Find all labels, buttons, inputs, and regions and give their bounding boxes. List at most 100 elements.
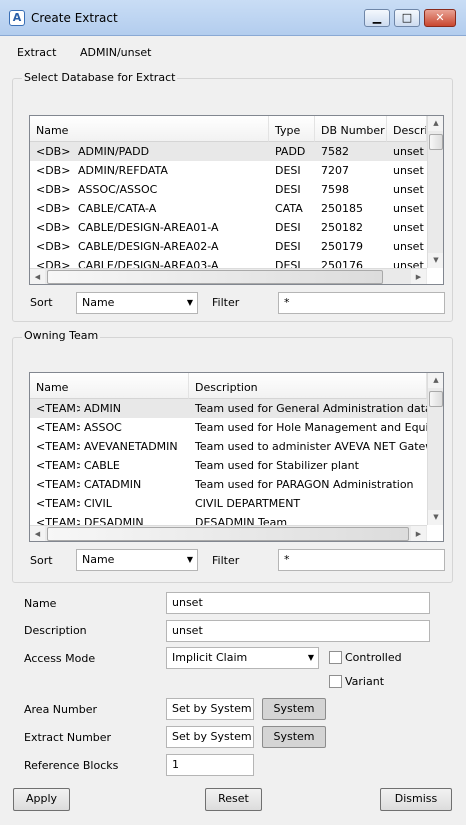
table-row[interactable]: <TEAM> CABLE Team used for Stabilizer plan… — [30, 456, 427, 475]
team-prefix: <TEAM> — [36, 497, 80, 510]
table-row[interactable]: <TEAM> CIVIL CIVIL DEPARTMENT — [30, 494, 427, 513]
scroll-up-arrow-icon[interactable]: ▲ — [428, 373, 443, 388]
name-label: Name — [24, 597, 57, 610]
access-mode-select[interactable]: Implicit Claim ▼ — [166, 647, 319, 669]
chevron-down-icon: ▼ — [186, 298, 193, 307]
reference-blocks-input[interactable]: 1 — [166, 754, 254, 776]
extract-number-input[interactable]: Set by System — [166, 726, 254, 748]
team-sort-select[interactable]: Name ▼ — [76, 549, 198, 571]
db-number: 7582 — [321, 145, 349, 158]
team-filter-label: Filter — [212, 554, 240, 567]
db-sort-value: Name — [82, 296, 115, 309]
db-number: 7207 — [321, 164, 349, 177]
db-prefix: <DB> — [36, 240, 71, 253]
name-input[interactable]: unset — [166, 592, 430, 614]
db-type: PADD — [275, 145, 306, 158]
table-row[interactable]: <DB> CABLE/DESIGN-AREA02-A DESI 250179 unset — [30, 237, 427, 256]
team-description: Team used for Hole Management and Equipm… — [195, 421, 427, 434]
table-row[interactable]: <TEAM> ASSOC Team used for Hole Management… — [30, 418, 427, 437]
area-number-input[interactable]: Set by System — [166, 698, 254, 720]
column-header-team-description[interactable]: Description — [189, 373, 427, 399]
team-filter-input[interactable]: * — [278, 549, 445, 571]
team-description: Team used for PARAGON Administration — [195, 478, 414, 491]
scroll-thumb-horizontal[interactable] — [47, 527, 409, 541]
scroll-down-arrow-icon[interactable]: ▼ — [428, 510, 443, 525]
team-horizontal-scrollbar[interactable]: ◀ ▶ — [30, 525, 427, 541]
team-vertical-scrollbar[interactable]: ▲ ▼ — [427, 373, 443, 525]
apply-button[interactable]: Apply — [13, 788, 70, 811]
table-row[interactable]: <DB> ASSOC/ASSOC DESI 7598 unset — [30, 180, 427, 199]
db-name: CABLE/DESIGN-AREA02-A — [78, 240, 219, 253]
team-description: Team used for Stabilizer plant — [195, 459, 359, 472]
column-header-type[interactable]: Type — [269, 116, 315, 142]
scroll-down-arrow-icon[interactable]: ▼ — [428, 253, 443, 268]
window-title: Create Extract — [31, 11, 118, 25]
scroll-thumb[interactable] — [429, 391, 443, 407]
db-name: ADMIN/PADD — [78, 145, 150, 158]
variant-label: Variant — [345, 675, 385, 688]
database-horizontal-scrollbar[interactable]: ◀ ▶ — [30, 268, 427, 284]
scroll-up-arrow-icon[interactable]: ▲ — [428, 116, 443, 131]
column-header-db-number[interactable]: DB Number — [315, 116, 387, 142]
area-system-button[interactable]: System — [262, 698, 326, 720]
db-prefix: <DB> — [36, 221, 71, 234]
chevron-down-icon: ▼ — [307, 653, 314, 662]
table-row[interactable]: <DB> ADMIN/PADD PADD 7582 unset — [30, 142, 427, 161]
db-name: CABLE/CATA-A — [78, 202, 157, 215]
scroll-thumb[interactable] — [429, 134, 443, 150]
db-prefix: <DB> — [36, 164, 71, 177]
team-description: Team used to administer AVEVA NET Gatewa… — [195, 440, 427, 453]
extract-label: Extract — [17, 46, 57, 59]
table-row[interactable]: <TEAM> ADMIN Team used for General Adminis… — [30, 399, 427, 418]
table-row[interactable]: <DB> ADMIN/REFDATA DESI 7207 unset — [30, 161, 427, 180]
column-header-description[interactable]: Descri — [387, 116, 427, 142]
access-mode-label: Access Mode — [24, 652, 96, 665]
controlled-label: Controlled — [345, 651, 402, 664]
team-prefix: <TEAM> — [36, 402, 80, 415]
db-description: unset — [393, 202, 424, 215]
team-name: CATADMIN — [84, 478, 142, 491]
db-description: unset — [393, 240, 424, 253]
variant-checkbox[interactable] — [329, 675, 342, 688]
db-filter-input[interactable]: * — [278, 292, 445, 314]
db-type: DESI — [275, 164, 301, 177]
db-description: unset — [393, 221, 424, 234]
scroll-left-arrow-icon[interactable]: ◀ — [30, 526, 45, 541]
reset-button[interactable]: Reset — [205, 788, 262, 811]
description-label: Description — [24, 624, 87, 637]
scroll-left-arrow-icon[interactable]: ◀ — [30, 269, 45, 284]
dismiss-button[interactable]: Dismiss — [380, 788, 452, 811]
team-prefix: <TEAM> — [36, 478, 80, 491]
extract-system-button[interactable]: System — [262, 726, 326, 748]
db-name: ADMIN/REFDATA — [78, 164, 168, 177]
table-row[interactable]: <TEAM> CATADMIN Team used for PARAGON Admi… — [30, 475, 427, 494]
db-prefix: <DB> — [36, 202, 71, 215]
team-name: CIVIL — [84, 497, 112, 510]
scroll-right-arrow-icon[interactable]: ▶ — [411, 269, 426, 284]
scroll-right-arrow-icon[interactable]: ▶ — [411, 526, 426, 541]
app-icon: A — [9, 10, 25, 26]
controlled-checkbox[interactable] — [329, 651, 342, 664]
column-header-name[interactable]: Name — [30, 116, 269, 142]
maximize-button[interactable]: □ — [394, 9, 420, 27]
table-row[interactable]: <TEAM> AVEVANETADMIN Team used to administ… — [30, 437, 427, 456]
team-description: CIVIL DEPARTMENT — [195, 497, 301, 510]
database-vertical-scrollbar[interactable]: ▲ ▼ — [427, 116, 443, 268]
table-row[interactable]: <DB> CABLE/DESIGN-AREA01-A DESI 250182 unset — [30, 218, 427, 237]
close-button[interactable]: ✕ — [424, 9, 456, 27]
db-name: CABLE/DESIGN-AREA01-A — [78, 221, 219, 234]
team-prefix: <TEAM> — [36, 459, 80, 472]
minimize-button[interactable]: ▁ — [364, 9, 390, 27]
db-number: 250185 — [321, 202, 363, 215]
scroll-thumb-horizontal[interactable] — [47, 270, 383, 284]
team-sort-label: Sort — [30, 554, 53, 567]
db-sort-select[interactable]: Name ▼ — [76, 292, 198, 314]
column-header-team-name[interactable]: Name — [30, 373, 189, 399]
extract-number-label: Extract Number — [24, 731, 112, 744]
team-prefix: <TEAM> — [36, 440, 80, 453]
table-row[interactable]: <DB> CABLE/CATA-A CATA 250185 unset — [30, 199, 427, 218]
db-type: CATA — [275, 202, 303, 215]
area-number-label: Area Number — [24, 703, 97, 716]
db-description: unset — [393, 183, 424, 196]
description-input[interactable]: unset — [166, 620, 430, 642]
